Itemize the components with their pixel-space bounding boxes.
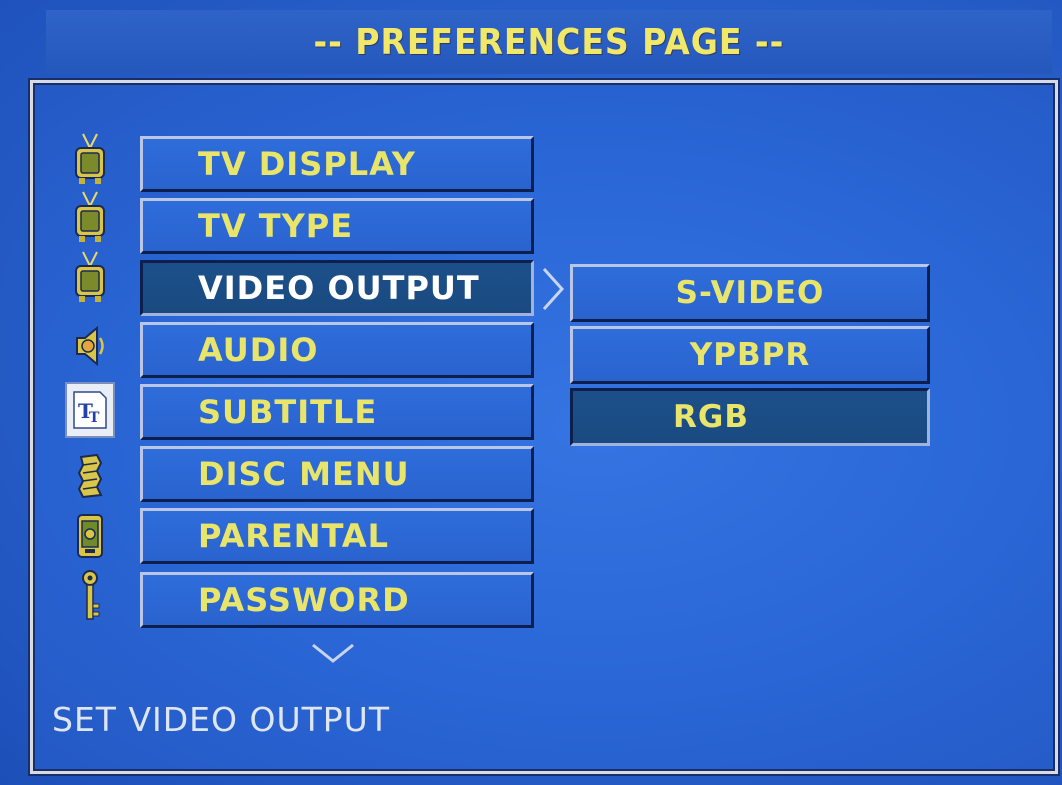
tv-icon xyxy=(62,248,118,308)
status-help-text: SET VIDEO OUTPUT xyxy=(52,700,390,739)
option-s-video[interactable]: S-VIDEO xyxy=(570,264,930,322)
menu-item-label: PASSWORD xyxy=(198,581,410,619)
option-label: S-VIDEO xyxy=(675,275,825,311)
page-title: -- PREFERENCES PAGE -- xyxy=(313,21,785,63)
option-rgb[interactable]: RGB xyxy=(570,388,930,446)
disc-menu-icon xyxy=(62,446,118,506)
key-icon xyxy=(62,566,118,626)
parental-icon xyxy=(62,506,118,566)
menu-item-disc-menu[interactable]: DISC MENU xyxy=(140,446,534,502)
menu-item-label: VIDEO OUTPUT xyxy=(198,269,480,307)
chevron-down-icon[interactable] xyxy=(310,642,356,664)
menu-item-tv-display[interactable]: TV DISPLAY xyxy=(140,136,534,192)
menu-item-label: AUDIO xyxy=(198,331,319,369)
menu-item-password[interactable]: PASSWORD xyxy=(140,572,534,628)
speaker-icon xyxy=(62,316,118,376)
menu-item-label: SUBTITLE xyxy=(198,393,378,431)
menu-item-label: DISC MENU xyxy=(198,455,410,493)
menu-item-tv-type[interactable]: TV TYPE xyxy=(140,198,534,254)
subtitle-tt-icon: T T xyxy=(65,382,115,438)
menu-item-subtitle[interactable]: SUBTITLE xyxy=(140,384,534,440)
svg-text:T: T xyxy=(89,410,100,426)
menu-item-audio[interactable]: AUDIO xyxy=(140,322,534,378)
chevron-right-icon xyxy=(542,267,565,311)
option-ypbpr[interactable]: YPBPR xyxy=(570,326,930,384)
menu-item-parental[interactable]: PARENTAL xyxy=(140,508,534,564)
menu-item-label: PARENTAL xyxy=(198,517,390,555)
menu-item-label: TV TYPE xyxy=(198,207,354,245)
title-bar: -- PREFERENCES PAGE -- xyxy=(46,10,1052,74)
menu-item-label: TV DISPLAY xyxy=(198,145,416,183)
option-label: RGB xyxy=(673,399,749,435)
category-icon-column: T T xyxy=(62,130,122,630)
osd-screen: -- PREFERENCES PAGE -- T T TV DISPLAY TV… xyxy=(0,0,1062,785)
tv-icon xyxy=(62,130,118,190)
option-label: YPBPR xyxy=(689,337,811,373)
menu-item-video-output[interactable]: VIDEO OUTPUT xyxy=(140,260,534,316)
tv-icon xyxy=(62,188,118,248)
